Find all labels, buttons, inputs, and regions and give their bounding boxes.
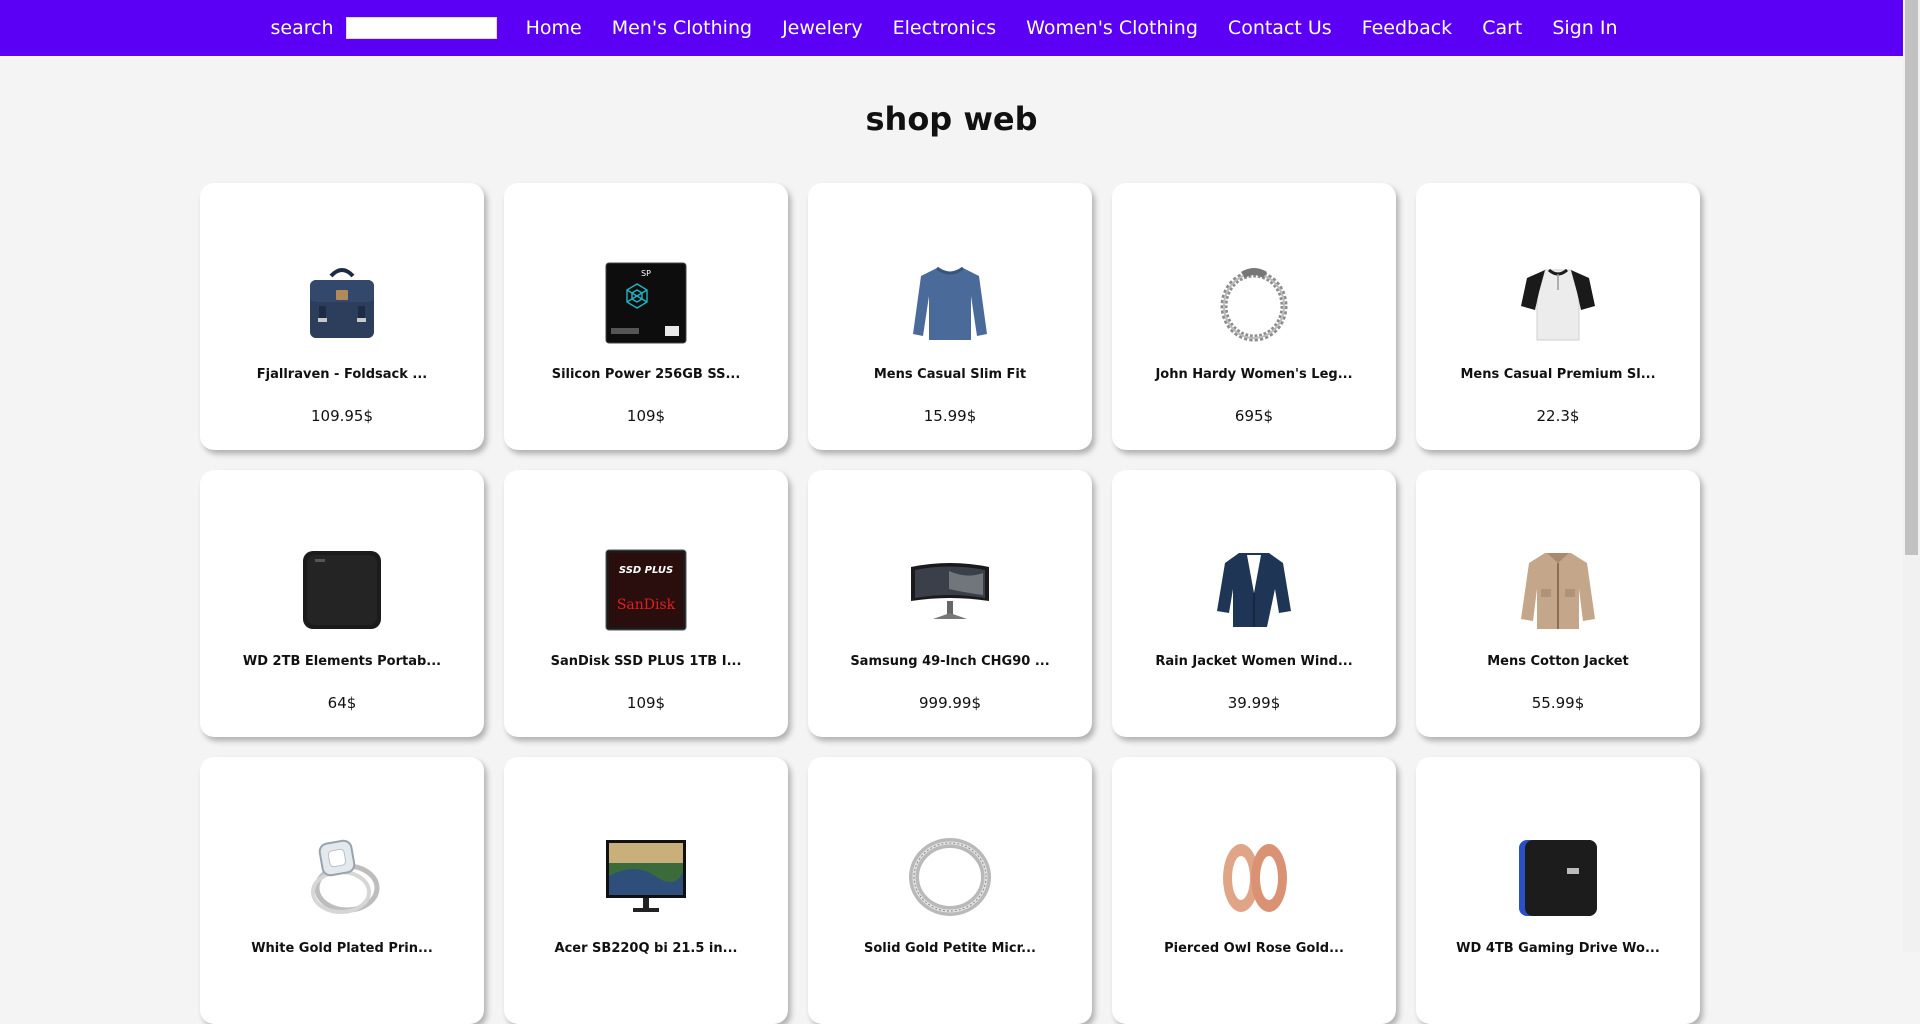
product-title: Mens Casual Premium Sl... bbox=[1460, 367, 1656, 382]
product-card[interactable]: Rain Jacket Women Wind... 39.99$ bbox=[1112, 470, 1396, 737]
navbar: search Home Men's Clothing Jewelery Elec… bbox=[0, 0, 1903, 56]
product-card[interactable]: Mens Casual Premium Sl... 22.3$ bbox=[1416, 183, 1700, 450]
nav-link-cart[interactable]: Cart bbox=[1482, 17, 1522, 39]
product-title: John Hardy Women's Leg... bbox=[1155, 367, 1353, 382]
product-price: 999.99$ bbox=[918, 694, 982, 712]
page-title: shop web bbox=[865, 100, 1038, 138]
page-scrollbar[interactable] bbox=[1903, 0, 1920, 952]
curved-monitor-icon bbox=[911, 563, 989, 619]
nav-link-contact-us[interactable]: Contact Us bbox=[1228, 17, 1332, 39]
product-title: White Gold Plated Prin... bbox=[251, 941, 433, 956]
product-card[interactable]: SP Silicon Power 256GB SS... 109$ bbox=[504, 183, 788, 450]
product-grid: Fjallraven - Foldsack ... 109.95$ SP Sil… bbox=[200, 183, 1705, 1024]
product-card[interactable]: WD 4TB Gaming Drive Wo... bbox=[1416, 757, 1700, 1024]
product-image bbox=[301, 262, 383, 344]
ssd-logo-text: SP bbox=[641, 269, 651, 278]
product-price: 55.99$ bbox=[1531, 694, 1585, 712]
product-image bbox=[909, 262, 991, 344]
product-image bbox=[301, 549, 383, 631]
product-price: 39.99$ bbox=[1227, 694, 1281, 712]
sandisk-ssd-icon: SSD PLUS SanDisk bbox=[605, 549, 687, 631]
gaming-drive-icon bbox=[1519, 840, 1597, 916]
product-card[interactable]: Acer SB220Q bi 21.5 in... bbox=[504, 757, 788, 1024]
product-card[interactable]: Pierced Owl Rose Gold... bbox=[1112, 757, 1396, 1024]
nav-link-jewelery[interactable]: Jewelery bbox=[782, 17, 863, 39]
search-input[interactable] bbox=[345, 17, 497, 39]
nav-link-feedback[interactable]: Feedback bbox=[1362, 17, 1452, 39]
product-image bbox=[909, 836, 991, 918]
monitor-icon bbox=[606, 840, 686, 912]
sandisk-brand-text: SanDisk bbox=[617, 597, 676, 613]
product-price: 109$ bbox=[626, 407, 666, 425]
product-title: Mens Casual Slim Fit bbox=[873, 367, 1027, 382]
scrollbar-thumb[interactable] bbox=[1905, 0, 1918, 555]
long-sleeve-shirt-icon bbox=[913, 266, 987, 340]
product-image bbox=[301, 836, 383, 918]
ear-tunnel-icon bbox=[1223, 844, 1287, 912]
product-title: Silicon Power 256GB SS... bbox=[551, 367, 741, 382]
blazer-icon bbox=[1217, 553, 1291, 627]
product-image bbox=[1213, 836, 1295, 918]
raglan-tshirt-icon bbox=[1521, 268, 1595, 341]
product-card[interactable]: Mens Casual Slim Fit 15.99$ bbox=[808, 183, 1092, 450]
cotton-jacket-icon bbox=[1521, 553, 1595, 629]
product-image bbox=[909, 549, 991, 631]
backpack-icon bbox=[310, 268, 374, 338]
product-title: Solid Gold Petite Micr... bbox=[864, 941, 1036, 956]
bracelet-icon bbox=[1220, 268, 1288, 342]
product-image bbox=[1517, 262, 1599, 344]
ssd-icon: SP bbox=[605, 262, 687, 344]
ssd-plus-text: SSD PLUS bbox=[619, 565, 673, 576]
product-price: 109$ bbox=[626, 694, 666, 712]
product-price: 22.3$ bbox=[1536, 407, 1580, 425]
product-title: Mens Cotton Jacket bbox=[1487, 654, 1629, 669]
product-price: 64$ bbox=[327, 694, 357, 712]
product-title: Fjallraven - Foldsack ... bbox=[256, 367, 428, 382]
product-card[interactable]: Mens Cotton Jacket 55.99$ bbox=[1416, 470, 1700, 737]
product-title: WD 4TB Gaming Drive Wo... bbox=[1456, 941, 1660, 956]
product-image: SSD PLUS SanDisk bbox=[605, 549, 687, 631]
product-image bbox=[1517, 549, 1599, 631]
product-card[interactable]: SSD PLUS SanDisk SanDisk SSD PLUS 1TB I.… bbox=[504, 470, 788, 737]
product-card[interactable]: Samsung 49-Inch CHG90 ... 999.99$ bbox=[808, 470, 1092, 737]
product-price: 695$ bbox=[1234, 407, 1274, 425]
product-price: 109.95$ bbox=[310, 407, 374, 425]
product-title: Samsung 49-Inch CHG90 ... bbox=[850, 654, 1050, 669]
nav-link-mens-clothing[interactable]: Men's Clothing bbox=[612, 17, 752, 39]
nav-link-sign-in[interactable]: Sign In bbox=[1552, 17, 1617, 39]
product-title: SanDisk SSD PLUS 1TB I... bbox=[550, 654, 742, 669]
hard-drive-icon bbox=[303, 551, 381, 629]
product-image: SP bbox=[605, 262, 687, 344]
product-title: Acer SB220Q bi 21.5 in... bbox=[554, 941, 738, 956]
nav-link-womens-clothing[interactable]: Women's Clothing bbox=[1026, 17, 1198, 39]
product-title: Rain Jacket Women Wind... bbox=[1155, 654, 1353, 669]
band-ring-icon bbox=[909, 838, 991, 916]
product-title: Pierced Owl Rose Gold... bbox=[1164, 941, 1344, 956]
diamond-ring-icon bbox=[311, 839, 380, 914]
product-image bbox=[1213, 549, 1295, 631]
product-image bbox=[1517, 836, 1599, 918]
product-image bbox=[1213, 262, 1295, 344]
search-label: search bbox=[270, 17, 334, 39]
nav-link-home[interactable]: Home bbox=[526, 17, 582, 39]
product-title: WD 2TB Elements Portab... bbox=[242, 654, 442, 669]
product-price: 15.99$ bbox=[923, 407, 977, 425]
product-card[interactable]: White Gold Plated Prin... bbox=[200, 757, 484, 1024]
product-card[interactable]: Fjallraven - Foldsack ... 109.95$ bbox=[200, 183, 484, 450]
product-card[interactable]: John Hardy Women's Leg... 695$ bbox=[1112, 183, 1396, 450]
product-card[interactable]: Solid Gold Petite Micr... bbox=[808, 757, 1092, 1024]
product-image bbox=[605, 836, 687, 918]
product-card[interactable]: WD 2TB Elements Portab... 64$ bbox=[200, 470, 484, 737]
nav-link-electronics[interactable]: Electronics bbox=[893, 17, 997, 39]
